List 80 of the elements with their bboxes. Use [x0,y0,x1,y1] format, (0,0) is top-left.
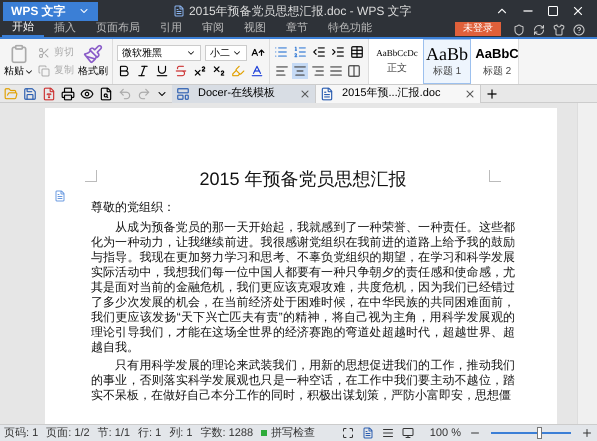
style-option[interactable]: AaBbC 标题 2 [473,39,518,84]
window-title: 2015年预备党员思想汇报.doc - WPS 文字 [188,3,412,20]
style-option[interactable]: AaBbCcDc 正文 [373,39,421,84]
close-icon[interactable] [571,4,585,18]
status-item: 节: 1/1 [98,426,130,441]
maximize-icon[interactable] [547,5,559,17]
paragraph: 只有用科学发展的理论来武装我们，用新的思想促进我们的工作，推动我们的事业，否则落实科学发展观也只是一种空话，在工作中我们要主动不越位，踏实不呆板，在做好自己本分工作的同时，积极出谋划策，严防小富即安，思想僵 [91,358,515,403]
save-icon[interactable] [23,86,37,100]
skin-icon[interactable] [553,24,565,36]
subscript-icon[interactable] [212,64,226,78]
shield-icon[interactable] [513,24,525,36]
document-tab[interactable]: 2015年预...汇报.doc [316,84,482,102]
spell-check-button[interactable]: 拼写检查 [261,424,316,441]
document-icon [320,86,334,100]
zoom-slider[interactable] [489,427,573,439]
preview-icon[interactable] [80,86,94,100]
close-icon[interactable] [464,88,476,100]
status-item: 字数: 1288 [200,426,254,441]
zoom-thumb[interactable] [537,427,542,439]
clipboard-icon [9,44,29,64]
document-icon [54,190,66,202]
menu-tab[interactable]: 特色功能 [318,20,382,37]
login-button[interactable]: 未登录 [455,22,501,36]
strikethrough-icon[interactable] [174,64,188,78]
numbered-list-icon[interactable] [293,44,307,58]
paragraph: 从成为预备党员的那一天开始起，我就感到了一种荣誉、一种责任。这些都化为一种动力，让我继续前进。我很感谢党组织在我前进的道路上给予我的鼓励与指导。我现在更加努力学习和思考、不辜负党组织的期望，在学习和科学发展实际活动中，我想我们每一位中国人都要有一种只争朝夕的责任感和使命感，尤其是面对当前的金融危机，我们更应该克艰攻难，共度危机，因为我们已经错过了多少次发展的机会，在当前经济处于困难时候，在中华民族的共同困难面前，我们更应该发扬“天下兴亡匹夫有责”的精神，将自己视为主角，用科学发展观的理论引导我们，才能在这场全世界的经济赛跑的弯道处超越时代，超越世界、超越自我。 [91,220,515,355]
document-tab[interactable]: Docer-在线模板 [172,84,316,102]
status-item: 页码: 1 [4,426,38,441]
document-icon [172,5,185,17]
menu-tab[interactable]: 章节 [276,20,318,37]
menu-tab[interactable]: 引用 [150,20,192,37]
align-button[interactable] [292,62,308,78]
document-search-icon[interactable] [99,86,113,100]
menu-tab[interactable]: 插入 [44,20,86,37]
italic-icon[interactable] [136,64,150,78]
help-icon[interactable] [573,24,585,36]
web-view-icon[interactable] [402,427,414,439]
document-title: 2015 年预备党员思想汇报 [198,168,408,191]
font-dropdown[interactable]: 微软雅黑 [117,45,201,61]
fullscreen-icon[interactable] [342,427,354,439]
app-menu-button[interactable]: WPS 文字 [3,2,98,20]
refresh-icon[interactable] [533,24,545,36]
align-icon [311,64,325,78]
align-icon [347,64,361,78]
status-item: 页面: 1/2 [46,426,90,441]
copy-icon [38,64,50,76]
status-item: 列: 1 [169,426,193,441]
print-icon[interactable] [61,86,75,100]
status-item: 行: 1 [138,426,162,441]
menu-tab[interactable]: 页面布局 [86,20,150,37]
outdent-icon[interactable] [312,44,326,58]
outline-view-icon[interactable] [382,427,394,439]
table-icon[interactable] [350,44,364,58]
menu-tab[interactable]: 审阅 [192,20,234,37]
zoom-in-icon[interactable] [581,427,593,439]
superscript-icon[interactable] [193,64,207,78]
page-view-icon[interactable] [362,427,374,439]
scissors-icon [38,46,50,58]
scrollbar[interactable] [577,103,597,424]
align-icon [293,64,307,78]
new-tab-icon[interactable] [485,86,500,100]
align-icon [329,64,343,78]
menu-tab[interactable]: 视图 [234,20,276,37]
format-painter-button[interactable]: 格式刷 [78,44,108,79]
paintbrush-icon [83,44,103,64]
align-button[interactable] [346,62,362,78]
close-icon[interactable] [299,88,312,100]
bold-icon[interactable] [117,64,131,78]
underline-icon[interactable] [155,64,169,78]
zoom-value: 100 % [430,426,461,441]
paste-button[interactable]: 粘贴 [4,44,34,79]
font-size-dropdown[interactable]: 小二 [205,45,247,61]
bullet-list-icon[interactable] [274,44,288,58]
align-icon [275,64,289,78]
font-color-icon[interactable] [250,64,264,78]
template-icon [176,86,190,100]
style-option[interactable]: AaBb 标题 1 [423,39,471,84]
salutation: 尊敬的党组织： [91,199,176,216]
indent-icon[interactable] [331,44,345,58]
export-pdf-icon[interactable] [42,86,56,100]
